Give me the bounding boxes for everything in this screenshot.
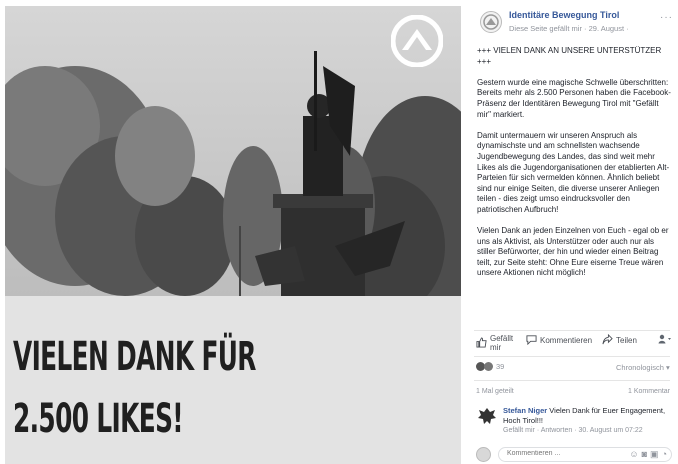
share-button[interactable]: Teilen [602,333,637,347]
post-paragraph: Damit untermauern wir unseren Anspruch a… [477,130,670,214]
comment-author-link[interactable]: Stefan Niger [503,406,547,415]
person-dropdown-icon [658,334,672,346]
thumbs-up-icon [476,336,487,350]
page-avatar[interactable] [480,11,502,33]
caption-line-1: VIELEN DANK FÜR [13,334,256,380]
sort-label: Chronologisch [616,363,664,372]
post-body: +++ VIELEN DANK AN UNSERE UNTERSTÜTZER +… [477,46,673,290]
divider [474,380,670,381]
like-button[interactable]: Gefällt mir [476,334,518,352]
comment-composer: ☺ ◙ ▣ ◔ [474,445,674,464]
camera-icon[interactable]: ◙ [642,449,647,460]
comment-body: Stefan Niger Vielen Dank für Euer Engage… [503,406,671,425]
comment-label: Kommentieren [540,336,593,345]
page-name-link[interactable]: Identitäre Bewegung Tirol [509,10,619,20]
emoji-icon[interactable]: ☺ [629,449,638,460]
comment-button[interactable]: Kommentieren [526,334,592,347]
user-avatar [476,447,491,462]
reaction-count: 39 [496,362,505,371]
post-paragraph: Gestern wurde eine magische Schwelle übe… [477,77,671,119]
comment-input[interactable] [505,449,609,458]
commenter-avatar[interactable] [476,405,498,427]
share-arrow-icon [602,333,613,347]
gif-icon[interactable]: ▣ [650,449,659,460]
divider [474,356,670,357]
post-sidebar: Identitäre Bewegung Tirol Diese Seite ge… [466,0,678,464]
comment-input-box[interactable]: ☺ ◙ ▣ ◔ [498,447,672,462]
identitarian-logo-icon [390,14,444,68]
reactions-summary[interactable]: 39 [476,362,504,371]
like-label: Gefällt mir [490,334,514,352]
comments-count-link[interactable]: 1 Kommentar [628,388,670,395]
comment-meta[interactable]: Gefällt mir · Antworten · 30. August um … [503,427,643,434]
post-actions: Gefällt mir Kommentieren Teilen [474,333,674,356]
share-label: Teilen [616,336,637,345]
comment-sort-dropdown[interactable]: Chronologisch ▾ [616,363,670,372]
post-paragraph: Vielen Dank an jeden Einzelnen von Euch … [477,226,669,278]
more-options-icon[interactable]: ··· [660,12,673,23]
photo-caption-banner: VIELEN DANK FÜR 2.500 LIKES! [5,296,461,464]
page-subline: Diese Seite gefällt mir · 29. August · [509,24,629,33]
photo-viewer[interactable]: VIELEN DANK FÜR 2.500 LIKES! [0,0,466,464]
love-reaction-icon [484,362,493,371]
comment-icon [526,334,537,347]
divider [474,330,670,331]
chevron-down-icon: ▾ [666,363,670,372]
post-paragraph: +++ VIELEN DANK AN UNSERE UNTERSTÜTZER +… [477,46,662,66]
audience-selector[interactable] [658,334,672,346]
sticker-icon[interactable]: ◔ [662,449,667,460]
caption-line-2: 2.500 LIKES! [13,396,184,442]
shares-count-link[interactable]: 1 Mal geteilt [476,388,514,395]
